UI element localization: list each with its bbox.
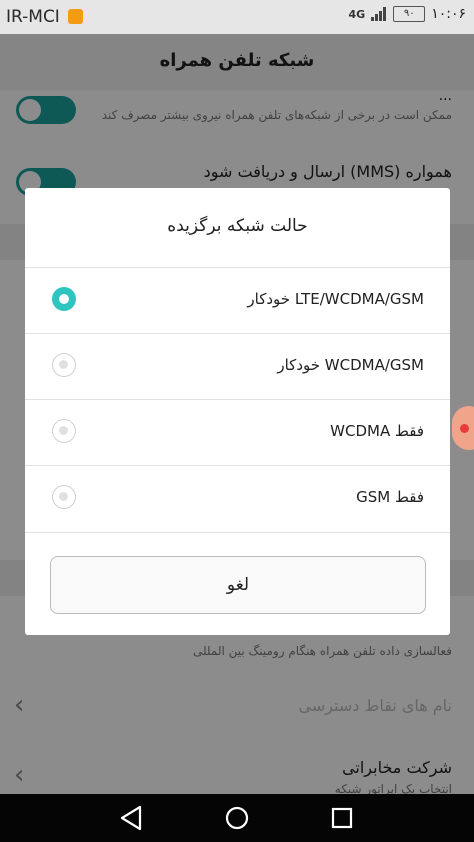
home-icon[interactable] (217, 802, 257, 834)
option-label: LTE/WCDMA/GSM خودکار (247, 290, 424, 308)
radio-icon[interactable] (52, 485, 76, 509)
radio-selected-icon[interactable] (52, 287, 76, 311)
carrier-label: IR-MCI (6, 7, 60, 27)
navigation-bar (0, 794, 474, 842)
option-wcdma-gsm[interactable]: WCDMA/GSM خودکار (25, 333, 450, 400)
recent-apps-icon[interactable] (322, 802, 362, 834)
signal-bars-icon (371, 7, 387, 21)
status-bar: IR-MCI 4G ۹۰ ۱۰:۰۶ (0, 0, 474, 34)
status-icons: 4G ۹۰ ۱۰:۰۶ (349, 6, 466, 22)
option-wcdma-only[interactable]: فقط WCDMA (25, 399, 450, 466)
option-label: WCDMA/GSM خودکار (277, 356, 424, 374)
notification-icon (68, 9, 83, 24)
signal-icon: 4G (348, 7, 366, 21)
option-label: فقط WCDMA (330, 422, 424, 440)
option-label: فقط GSM (356, 488, 424, 506)
floating-bubble-icon[interactable] (452, 406, 474, 450)
radio-icon[interactable] (52, 353, 76, 377)
option-lte-wcdma-gsm[interactable]: LTE/WCDMA/GSM خودکار (25, 267, 450, 334)
network-mode-dialog: حالت شبکه برگزیده LTE/WCDMA/GSM خودکار W… (25, 188, 450, 635)
cancel-button[interactable]: لغو (50, 556, 426, 614)
radio-icon[interactable] (52, 419, 76, 443)
clock: ۱۰:۰۶ (431, 6, 466, 22)
option-gsm-only[interactable]: فقط GSM (25, 465, 450, 533)
battery-icon: ۹۰ (393, 6, 426, 22)
dialog-title: حالت شبکه برگزیده (167, 216, 308, 236)
back-icon[interactable] (112, 802, 152, 834)
